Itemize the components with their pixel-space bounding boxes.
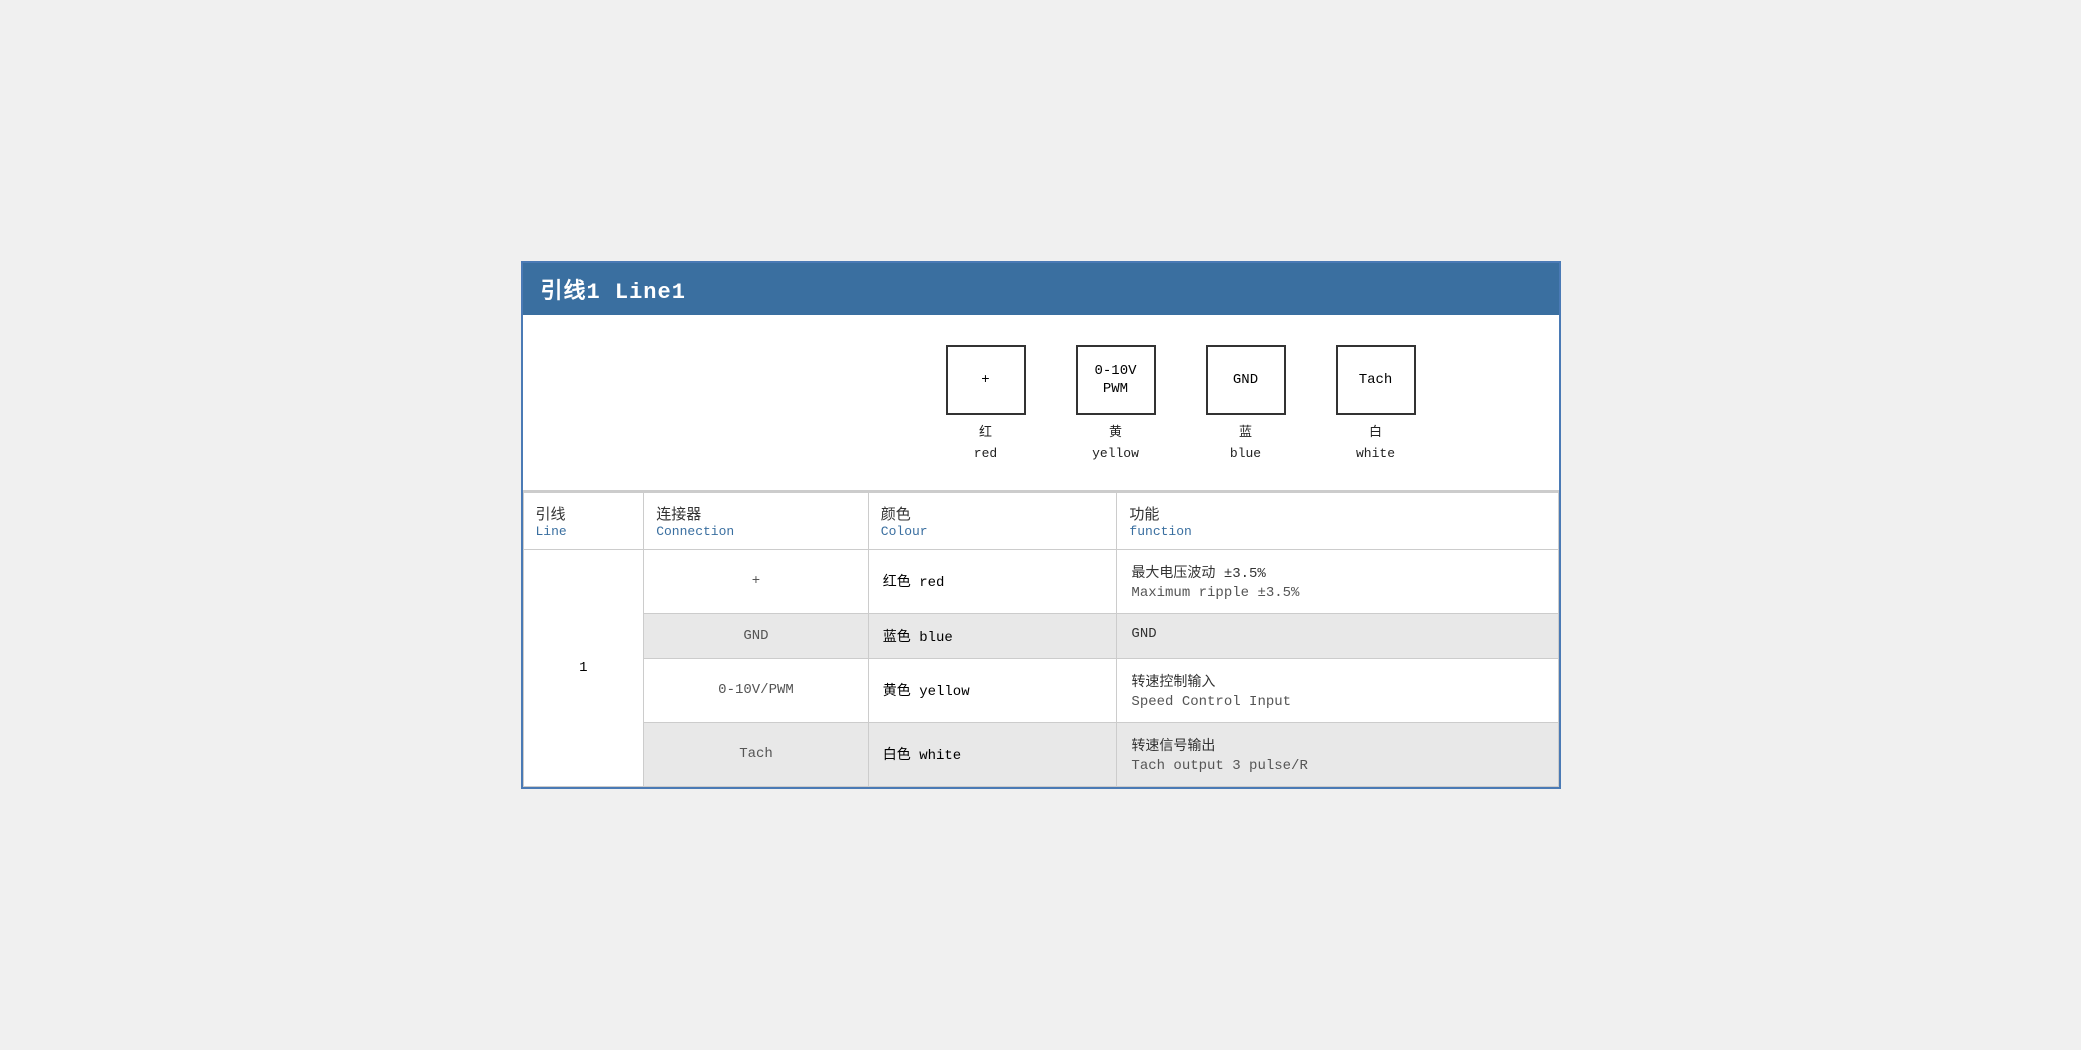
col-conn-zh: 连接器	[656, 503, 856, 524]
col-line-header: 引线 Line	[523, 492, 644, 549]
col-func-header: 功能 function	[1117, 492, 1558, 549]
cell-func-tach: 转速信号输出 Tach output 3 pulse/R	[1117, 722, 1558, 786]
cell-color-plus: 红色 red	[868, 549, 1117, 613]
diagram-section: + 红 red 0-10VPWM 黄 yellow GND 蓝 blue	[523, 315, 1559, 492]
cell-color-gnd: 蓝色 blue	[868, 613, 1117, 658]
main-container: 引线1 Line1 + 红 red 0-10VPWM 黄 yellow GND	[521, 261, 1561, 789]
cell-conn-gnd: GND	[644, 613, 869, 658]
col-func-zh: 功能	[1129, 503, 1545, 524]
col-color-en: Colour	[881, 524, 1105, 539]
title-text: 引线1 Line1	[541, 280, 686, 305]
connector-zh-gnd: 蓝	[1239, 425, 1252, 440]
func-en-plus: Maximum ripple ±3.5%	[1131, 585, 1543, 601]
connector-label-gnd: 蓝 blue	[1230, 423, 1261, 465]
func-zh-tach: 转速信号输出	[1131, 735, 1543, 755]
table-header-row: 引线 Line 连接器 Connection 颜色 Colour 功能 func…	[523, 492, 1558, 549]
connector-pwm: 0-10VPWM 黄 yellow	[1076, 345, 1156, 465]
cell-color-pwm: 黄色 yellow	[868, 658, 1117, 722]
cell-conn-pwm: 0-10V/PWM	[644, 658, 869, 722]
connector-tach: Tach 白 white	[1336, 345, 1416, 465]
func-en-tach: Tach output 3 pulse/R	[1131, 758, 1543, 774]
cell-color-tach: 白色 white	[868, 722, 1117, 786]
cell-func-gnd: GND	[1117, 613, 1558, 658]
table-section: 引线 Line 连接器 Connection 颜色 Colour 功能 func…	[523, 492, 1559, 787]
col-func-en: function	[1129, 524, 1545, 539]
func-zh-plus: 最大电压波动 ±3.5%	[1131, 562, 1543, 582]
table-row-plus: 1 + 红色 red 最大电压波动 ±3.5% Maximum ripple ±…	[523, 549, 1558, 613]
connector-box-gnd: GND	[1206, 345, 1286, 415]
connector-en-tach: white	[1356, 446, 1395, 461]
table-row-tach: Tach 白色 white 转速信号输出 Tach output 3 pulse…	[523, 722, 1558, 786]
col-conn-en: Connection	[656, 524, 856, 539]
cell-func-pwm: 转速控制输入 Speed Control Input	[1117, 658, 1558, 722]
connector-diagram: + 红 red 0-10VPWM 黄 yellow GND 蓝 blue	[946, 345, 1416, 465]
col-line-zh: 引线	[536, 503, 632, 524]
cell-conn-tach: Tach	[644, 722, 869, 786]
col-color-header: 颜色 Colour	[868, 492, 1117, 549]
connector-en-pwm: yellow	[1092, 446, 1139, 461]
col-color-zh: 颜色	[881, 503, 1105, 524]
connector-label-pwm: 黄 yellow	[1092, 423, 1139, 465]
connector-gnd: GND 蓝 blue	[1206, 345, 1286, 465]
table-row-gnd: GND 蓝色 blue GND	[523, 613, 1558, 658]
connector-box-plus: +	[946, 345, 1026, 415]
connector-box-pwm: 0-10VPWM	[1076, 345, 1156, 415]
main-table: 引线 Line 连接器 Connection 颜色 Colour 功能 func…	[523, 492, 1559, 787]
func-zh-pwm: 转速控制输入	[1131, 671, 1543, 691]
func-zh-gnd: GND	[1131, 626, 1543, 642]
connector-en-gnd: blue	[1230, 446, 1261, 461]
connector-label-tach: 白 white	[1356, 423, 1395, 465]
cell-func-plus: 最大电压波动 ±3.5% Maximum ripple ±3.5%	[1117, 549, 1558, 613]
connector-label-plus: 红 red	[974, 423, 997, 465]
connector-en-plus: red	[974, 446, 997, 461]
func-en-pwm: Speed Control Input	[1131, 694, 1543, 710]
table-row-pwm: 0-10V/PWM 黄色 yellow 转速控制输入 Speed Control…	[523, 658, 1558, 722]
cell-line-num: 1	[523, 549, 644, 786]
col-line-en: Line	[536, 524, 632, 539]
title-bar: 引线1 Line1	[523, 263, 1559, 315]
col-conn-header: 连接器 Connection	[644, 492, 869, 549]
connector-plus: + 红 red	[946, 345, 1026, 465]
connector-box-tach: Tach	[1336, 345, 1416, 415]
cell-conn-plus: +	[644, 549, 869, 613]
connector-zh-tach: 白	[1369, 425, 1382, 440]
connector-zh-pwm: 黄	[1109, 425, 1122, 440]
connector-zh-plus: 红	[979, 425, 992, 440]
